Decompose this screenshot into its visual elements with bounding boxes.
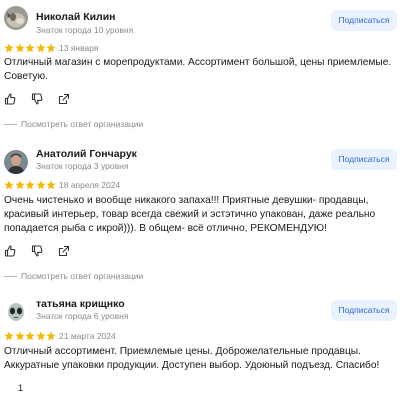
review-date: 18 апреля 2024 [59, 180, 121, 190]
share-icon[interactable] [58, 245, 70, 257]
thumbs-down-icon[interactable] [31, 245, 43, 257]
star-icon [4, 43, 14, 53]
reviewer-level: Знаток города 10 уровня [36, 25, 134, 35]
share-icon[interactable] [58, 93, 70, 105]
org-reply-label: Посмотреть ответ организации [21, 119, 144, 129]
star-rating [4, 43, 57, 53]
star-icon [36, 180, 45, 190]
thumbs-up-icon[interactable] [4, 93, 16, 105]
subscribe-button[interactable]: Подписаться [331, 10, 397, 31]
thumbs-down-icon[interactable] [31, 93, 43, 105]
reviewer-name[interactable]: Анатолий Гончарук [36, 148, 137, 160]
star-rating [4, 331, 57, 341]
like-count: 1 [18, 383, 24, 393]
review-date: 13 января [59, 43, 99, 53]
reviewer-level: Знаток города 3 уровня [36, 161, 129, 171]
review-actions [4, 93, 70, 105]
thumbs-up-icon[interactable] [4, 245, 16, 257]
review-text: Отличный ассортимент. Приемлемые цены. Д… [4, 346, 380, 371]
divider-line [4, 123, 17, 125]
star-icon [25, 331, 35, 341]
star-icon [15, 180, 24, 190]
org-reply-toggle[interactable]: Посмотреть ответ организации [4, 271, 143, 281]
star-icon [46, 331, 56, 341]
subscribe-button[interactable]: Подписаться [331, 300, 397, 321]
star-icon [4, 180, 14, 190]
divider-line [4, 275, 17, 277]
star-icon [15, 331, 24, 341]
user-avatar[interactable] [4, 6, 28, 30]
star-icon [46, 180, 56, 190]
star-icon [4, 331, 14, 341]
review-text: Отличный магазин с морепродуктами. Ассор… [4, 57, 392, 82]
reviewer-level: Знаток города 6 уровня [36, 311, 129, 321]
review-actions [4, 245, 70, 257]
subscribe-button[interactable]: Подписаться [331, 149, 397, 170]
org-reply-toggle[interactable]: Посмотреть ответ организации [4, 119, 143, 129]
org-reply-label: Посмотреть ответ организации [21, 271, 144, 281]
user-avatar[interactable] [4, 300, 28, 324]
star-icon [36, 331, 45, 341]
review-date: 21 марта 2024 [59, 331, 116, 341]
star-icon [36, 43, 45, 53]
star-icon [25, 43, 35, 53]
user-avatar[interactable] [4, 150, 28, 174]
review-text: Очень чистенько и вообще никакого запаха… [4, 195, 376, 234]
star-icon [46, 43, 56, 53]
star-icon [15, 43, 24, 53]
star-icon [25, 180, 35, 190]
star-rating [4, 180, 57, 190]
reviewer-name[interactable]: Николай Килин [36, 11, 116, 23]
reviewer-name[interactable]: татьяна крищнко [36, 298, 125, 310]
